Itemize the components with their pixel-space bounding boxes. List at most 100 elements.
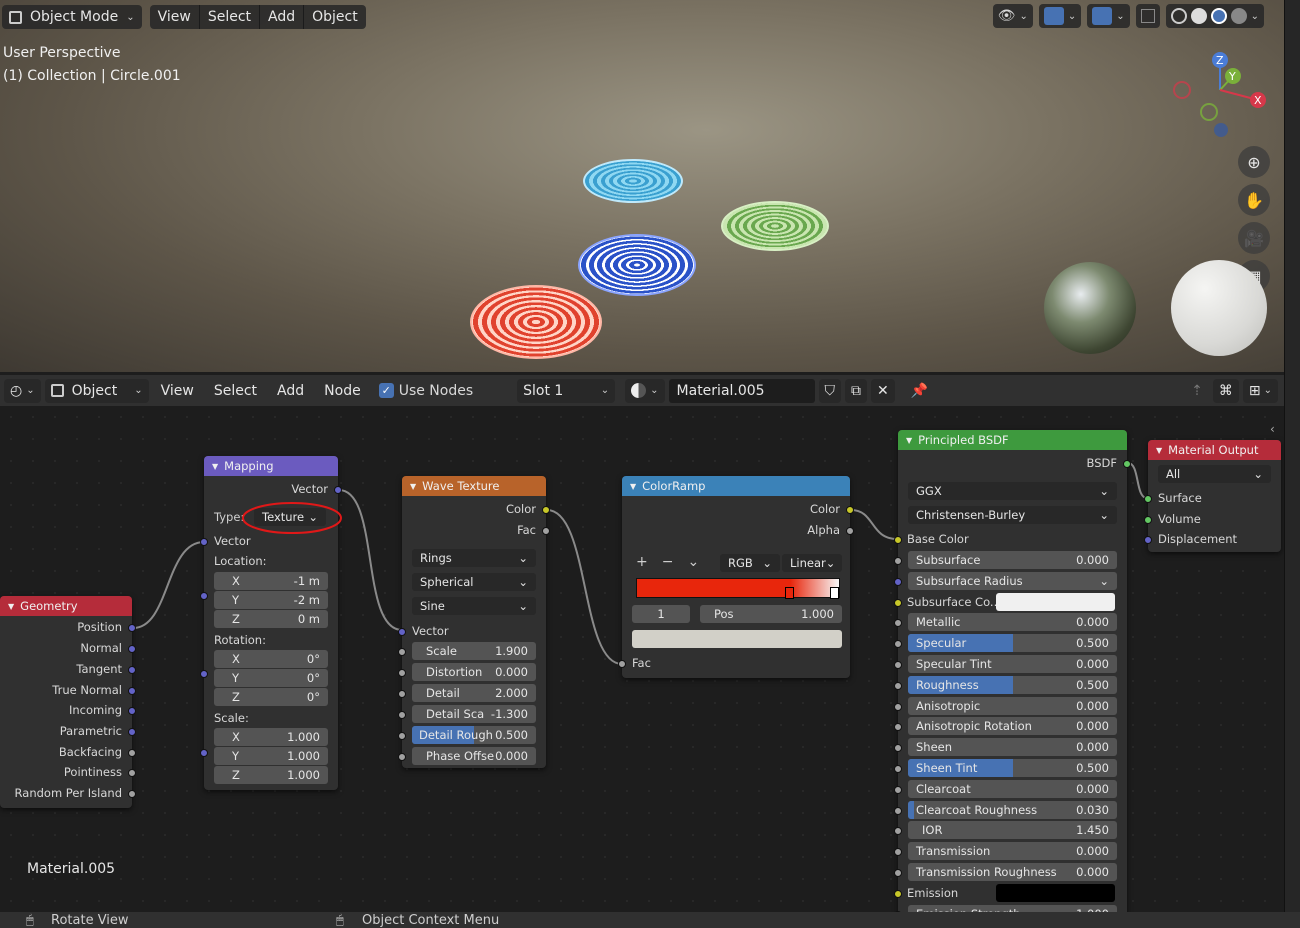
cyan-ring-object[interactable] — [583, 159, 683, 203]
socket[interactable] — [398, 648, 406, 656]
duplicate-material-icon[interactable]: ⧉ — [845, 378, 868, 403]
socket[interactable] — [128, 728, 136, 736]
socket[interactable] — [128, 749, 136, 757]
socket[interactable] — [894, 578, 902, 586]
socket[interactable] — [618, 660, 626, 668]
collapse-icon[interactable]: ▼ — [410, 482, 416, 491]
gizmo-dropdown[interactable]: ⌄ — [1038, 4, 1082, 28]
bsdf-field-specular[interactable]: Specular 0.500 — [908, 634, 1117, 652]
rendered-shading-icon[interactable] — [1230, 8, 1247, 24]
socket[interactable] — [894, 827, 902, 835]
unlink-close-icon[interactable]: ✕ — [871, 378, 895, 403]
socket[interactable] — [894, 536, 902, 544]
material-shading-icon[interactable] — [1210, 8, 1227, 24]
bsdf-field-metallic[interactable]: Metallic 0.000 — [908, 613, 1117, 631]
mapping-node[interactable]: ▼ Mapping Vector Type: Texture ⌄ Vector Lo… — [200, 456, 342, 790]
use-nodes-toggle[interactable]: ✓ Use Nodes — [378, 383, 473, 399]
sidebar-toggle-icon[interactable]: ‹ — [1270, 422, 1275, 436]
slot-dropdown[interactable]: Slot 1 ⌄ — [517, 378, 616, 403]
wireframe-shading-icon[interactable] — [1170, 8, 1187, 24]
collapse-icon[interactable]: ▼ — [630, 482, 636, 491]
camera-icon[interactable]: 🎥 — [1238, 222, 1270, 254]
socket[interactable] — [846, 506, 854, 514]
wave-direction-dropdown[interactable]: Spherical ⌄ — [412, 573, 536, 591]
socket[interactable] — [894, 890, 902, 898]
solid-shading-icon[interactable] — [1190, 8, 1207, 24]
socket[interactable] — [894, 786, 902, 794]
socket[interactable] — [894, 557, 902, 565]
pin-icon[interactable]: 📌 — [905, 379, 934, 403]
bsdf-field-sheen-tint[interactable]: Sheen Tint 0.500 — [908, 759, 1117, 777]
ramp-stop-color-swatch[interactable] — [632, 630, 842, 648]
wave-distortion-field[interactable]: Distortion 0.000 — [412, 663, 536, 681]
bsdf-field-specular-tint[interactable]: Specular Tint 0.000 — [908, 655, 1117, 673]
chevron-down-icon[interactable]: ⌄ — [687, 554, 699, 570]
snap-options-icon[interactable]: ⊞ ⌄ — [1242, 378, 1278, 403]
bsdf-field-emission-strength[interactable]: Emission Strength1.000 — [908, 905, 1117, 912]
socket[interactable] — [128, 666, 136, 674]
socket[interactable] — [894, 723, 902, 731]
node-menu-select[interactable]: Select — [206, 383, 265, 399]
socket[interactable] — [894, 703, 902, 711]
socket[interactable] — [894, 619, 902, 627]
socket[interactable] — [1123, 460, 1131, 468]
socket[interactable] — [894, 765, 902, 773]
socket[interactable] — [894, 744, 902, 752]
socket[interactable] — [894, 682, 902, 690]
wave-detail-roughness-field[interactable]: Detail Rough 0.500 — [412, 726, 536, 744]
collapse-icon[interactable]: ▼ — [8, 602, 14, 611]
bsdf-field-ior[interactable]: IOR 1.450 — [908, 821, 1117, 839]
parent-node-tree-icon[interactable]: ⇡ — [1185, 379, 1209, 403]
geometry-node[interactable]: ▼ Geometry Position Normal Tangent True N… — [0, 596, 136, 808]
3d-viewport[interactable]: Object Mode ⌄ View Select Add Object 👁 ⌄ … — [0, 0, 1284, 372]
mapping-location-y[interactable]: Y -2 m — [214, 591, 328, 609]
socket[interactable] — [894, 640, 902, 648]
wave-type-dropdown[interactable]: Rings ⌄ — [412, 549, 536, 567]
socket[interactable] — [128, 687, 136, 695]
remove-stop-icon[interactable]: − — [662, 554, 674, 570]
socket[interactable] — [398, 732, 406, 740]
bsdf-field-transmission[interactable]: Transmission 0.000 — [908, 842, 1117, 860]
socket[interactable] — [398, 628, 406, 636]
bsdf-field-anisotropic-rotation[interactable]: Anisotropic Rotation 0.000 — [908, 717, 1117, 735]
socket[interactable] — [128, 624, 136, 632]
bsdf-field-clearcoat-roughness[interactable]: Clearcoat Roughness 0.030 — [908, 801, 1117, 819]
ramp-pos-field[interactable]: Pos 1.000 — [700, 605, 842, 623]
wave-scale-field[interactable]: Scale 1.900 — [412, 642, 536, 660]
socket[interactable] — [128, 707, 136, 715]
ramp-interpolation-dropdown[interactable]: Linear ⌄ — [782, 554, 842, 572]
socket[interactable] — [200, 670, 208, 678]
mapping-rotation-x[interactable]: X 0° — [214, 650, 328, 668]
color-ramp-gradient[interactable] — [636, 578, 840, 598]
ramp-stop-handle[interactable] — [785, 587, 794, 599]
collapse-icon[interactable]: ▼ — [1156, 446, 1162, 455]
socket[interactable] — [398, 690, 406, 698]
mapping-scale-y[interactable]: Y 1.000 — [214, 747, 328, 765]
bsdf-field-roughness[interactable]: Roughness 0.500 — [908, 676, 1117, 694]
bsdf-field-sheen[interactable]: Sheen 0.000 — [908, 738, 1117, 756]
mapping-rotation-y[interactable]: Y 0° — [214, 669, 328, 687]
node-editor-canvas[interactable]: ▼ Geometry Position Normal Tangent True N… — [0, 406, 1284, 912]
ramp-color-mode-dropdown[interactable]: RGB ⌄ — [720, 554, 780, 572]
shader-type-dropdown[interactable]: Object ⌄ — [44, 378, 149, 403]
bsdf-field-anisotropic[interactable]: Anisotropic 0.000 — [908, 697, 1117, 715]
visibility-dropdown[interactable]: 👁 ⌄ — [992, 4, 1033, 28]
principled-bsdf-node[interactable]: ▼ Principled BSDF BSDF GGX ⌄ Christensen-B… — [894, 430, 1131, 912]
add-stop-icon[interactable]: + — [636, 554, 648, 570]
material-output-node[interactable]: ▼ Material Output All ⌄ Surface Volume Dis… — [1144, 440, 1281, 552]
socket[interactable] — [1144, 495, 1152, 503]
xray-toggle[interactable] — [1135, 4, 1160, 28]
socket[interactable] — [200, 749, 208, 757]
mapping-location-x[interactable]: X -1 m — [214, 572, 328, 590]
socket[interactable] — [1144, 536, 1152, 544]
material-browse-button[interactable]: ⌄ — [625, 378, 665, 403]
socket[interactable] — [542, 506, 550, 514]
socket[interactable] — [1144, 516, 1152, 524]
socket[interactable] — [542, 527, 550, 535]
subsurface-color-swatch[interactable] — [996, 593, 1115, 611]
overlay-dropdown[interactable]: ⌄ — [1087, 4, 1130, 28]
red-ring-object[interactable] — [470, 285, 602, 359]
socket[interactable] — [128, 645, 136, 653]
bsdf-subsurface-radius[interactable]: Subsurface Radius ⌄ — [908, 572, 1117, 590]
mapping-scale-z[interactable]: Z 1.000 — [214, 766, 328, 784]
